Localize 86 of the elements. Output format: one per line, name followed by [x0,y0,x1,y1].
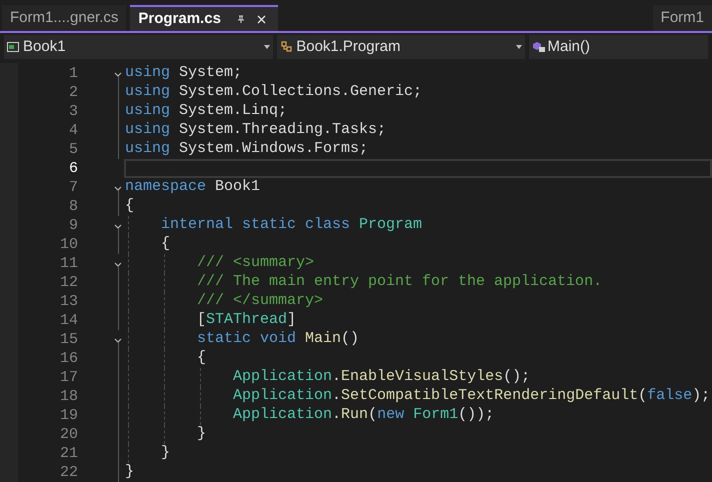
code-token: STAThread [206,310,288,330]
code-token: false [647,386,692,406]
line-number: 20 [58,425,78,444]
code-token: { [161,234,170,254]
line-number: 18 [58,387,78,406]
class-icon [280,41,294,54]
line-number: 8 [68,197,78,216]
code-token: static void [197,329,298,350]
code-token: (); [503,367,530,388]
dropdown-caret-icon [264,45,270,50]
fold-chevron-icon[interactable] [114,338,122,343]
fold-chevron-icon[interactable] [114,72,122,77]
line-number: 13 [58,292,78,311]
line-number: 2 [68,83,78,102]
code-token: System.Threading.Tasks; [179,120,386,140]
code-token: ( [638,386,648,406]
method-icon [532,41,546,54]
code-token: /// <summary> [197,253,314,274]
close-icon[interactable] [256,14,266,24]
code-token: using [125,63,172,84]
code-token: [ [197,310,206,330]
line-number: 14 [58,311,78,330]
code-token: new [377,405,406,426]
code-token: Application [233,386,332,406]
line-number: 10 [58,235,78,254]
code-token: System.Collections.Generic; [179,82,422,102]
navigation-dropdown[interactable]: Main() [528,35,708,60]
code-token: { [125,196,134,216]
fold-chevron-icon[interactable] [114,186,122,191]
line-number: 3 [68,102,78,121]
document-tab[interactable]: Form1....gner.cs [2,5,126,32]
pin-icon[interactable] [236,15,245,24]
code-token: Application [233,405,332,426]
dropdown-caret-icon [516,45,522,50]
code-token: Program [359,215,422,236]
code-token: ( [368,405,378,426]
line-number: 5 [68,140,78,159]
code-token: using [125,82,172,102]
project-icon [7,42,19,52]
code-token: /// </summary> [197,291,324,312]
code-token: namespace [125,177,208,198]
line-number: 16 [58,349,78,368]
code-token: } [197,424,206,444]
line-number: 19 [58,406,78,425]
code-token: ()); [458,405,494,426]
line-number: 1 [68,64,78,83]
line-number: 7 [68,178,78,197]
code-token: using [125,139,172,160]
line-number: 11 [58,254,78,273]
code-token: using [125,120,172,140]
code-token: System.Windows.Forms; [179,139,368,160]
line-number: 12 [58,273,78,292]
code-token: () [341,329,360,350]
code-token: Run [341,405,368,426]
code-token: System; [179,63,242,84]
code-token: EnableVisualStyles [341,367,504,388]
code-token: . [332,367,342,388]
line-number: 4 [68,121,78,140]
fold-chevron-icon[interactable] [114,224,122,229]
line-number: 21 [58,444,78,463]
code-token: SetCompatibleTextRenderingDefault [341,386,638,406]
code-token: internal static class [161,215,352,236]
navigation-dropdown[interactable]: Book1 [4,35,274,60]
line-number: 22 [58,463,78,482]
document-tab[interactable]: Program.cs [130,5,278,32]
navigation-dropdown[interactable]: Book1.Program [277,35,524,60]
code-token: System.Linq; [179,101,288,122]
line-number: 17 [58,368,78,387]
code-token: Main [305,329,342,350]
line-number: 15 [58,330,78,349]
code-token: Form1 [413,405,458,426]
code-token: } [161,443,170,464]
code-token: Book1 [215,177,260,198]
code-token: ] [287,310,296,330]
code-token: } [125,462,134,482]
code-token: using [125,101,172,122]
code-token: . [332,405,342,426]
line-number: 6 [68,159,78,178]
line-number: 9 [68,216,78,235]
code-token: . [332,386,342,406]
code-token: /// The main entry point for the application. [197,272,602,292]
code-token: ); [692,386,710,406]
code-token: { [197,348,206,368]
document-tab[interactable]: Form1 [652,5,712,32]
fold-chevron-icon[interactable] [114,262,122,267]
code-token: Application [233,367,332,388]
